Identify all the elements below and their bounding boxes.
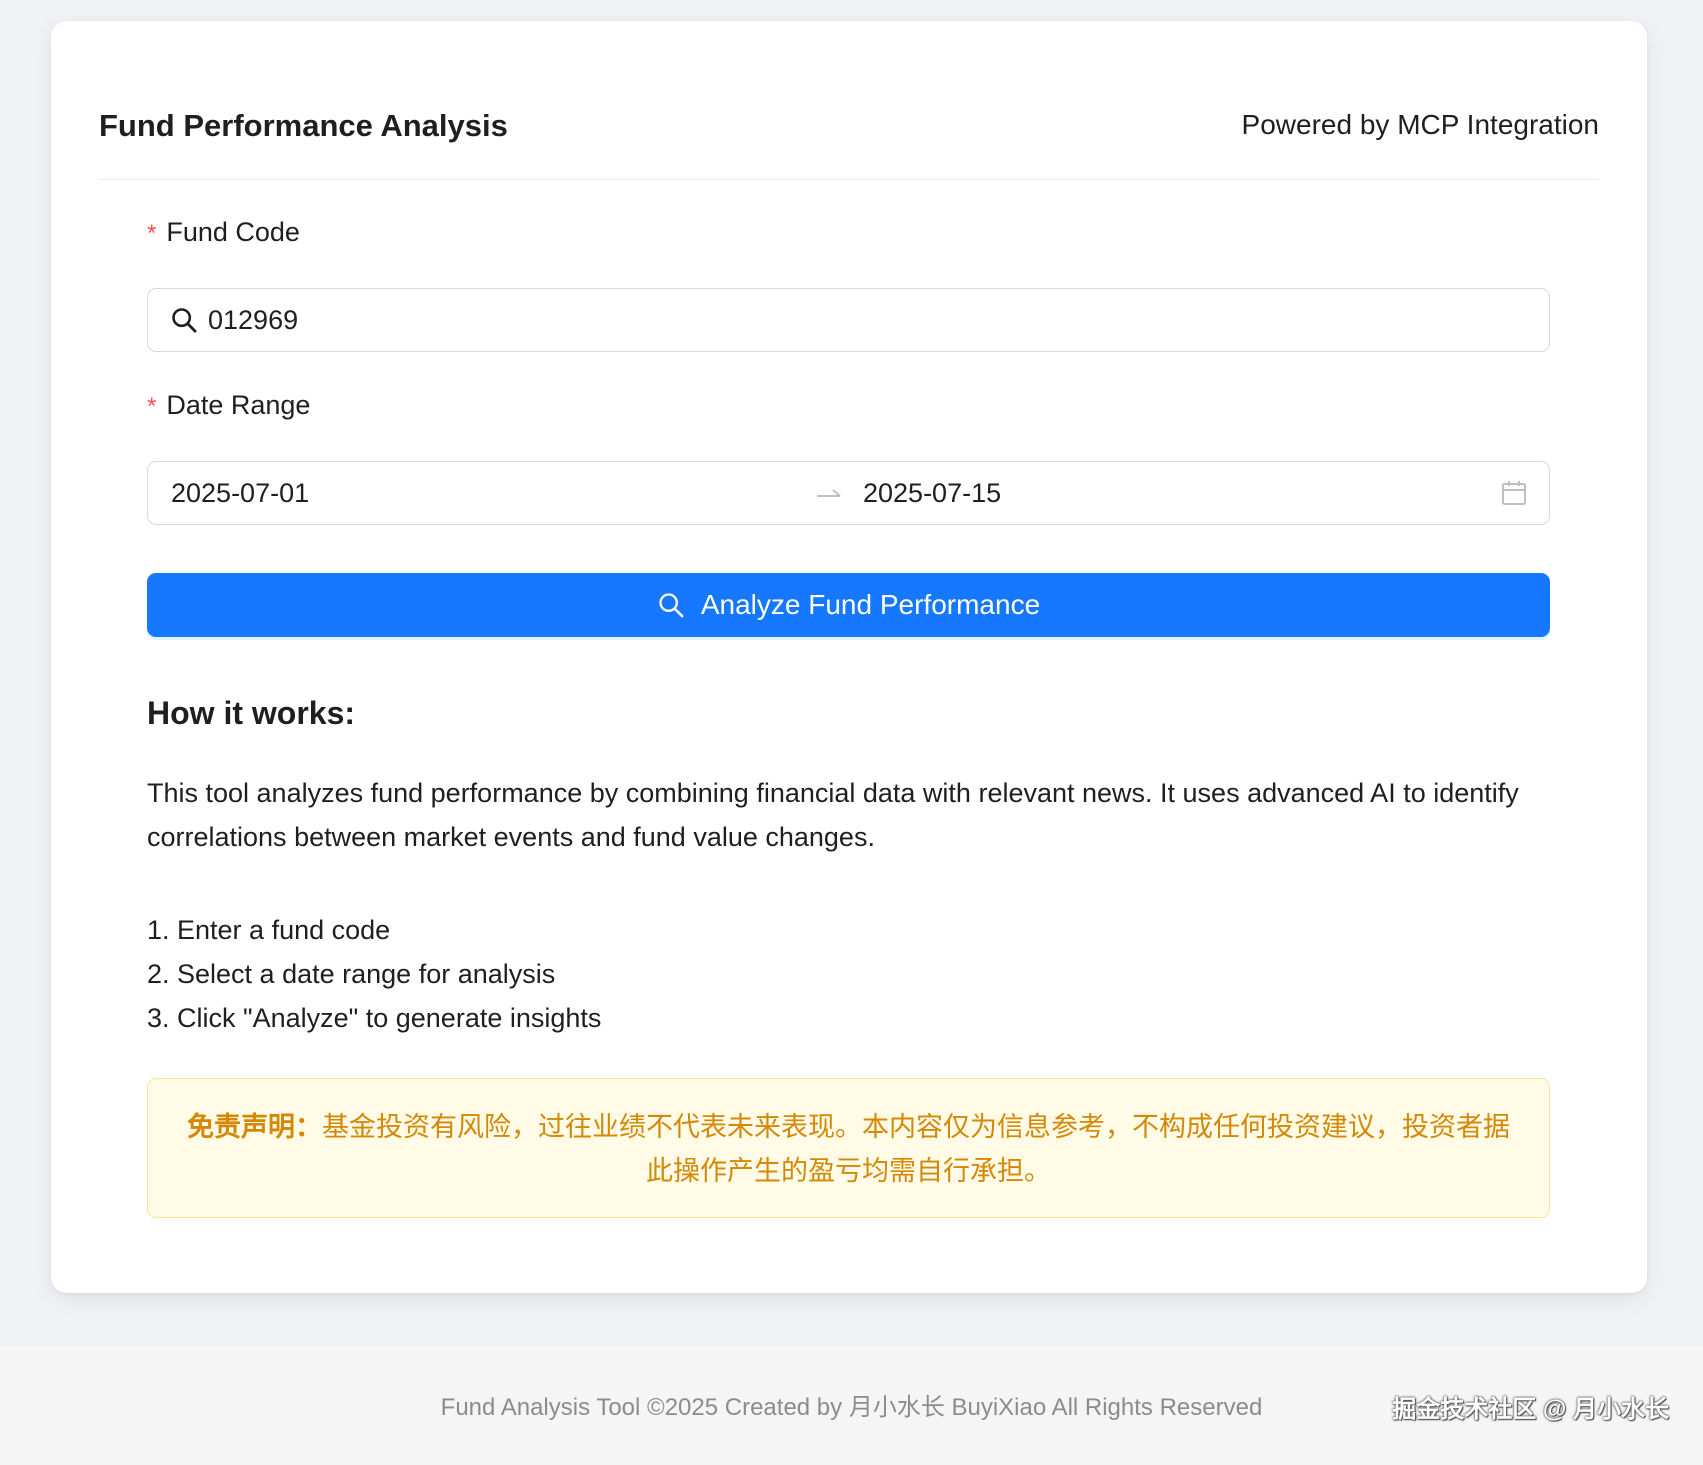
watermark: 掘金技术社区 @ 月小水长	[1392, 1396, 1669, 1423]
list-item: 2. Select a date range for analysis	[147, 959, 556, 989]
list-item: 3. Click "Analyze" to generate insights	[147, 1003, 602, 1033]
fund-code-field[interactable]	[147, 288, 1550, 352]
main-card: Fund Performance Analysis Powered by MCP…	[51, 21, 1647, 1293]
disclaimer-alert: 免责声明：基金投资有风险，过往业绩不代表未来表现。本内容仅为信息参考，不构成任何…	[147, 1078, 1550, 1218]
card-header	[99, 21, 1599, 180]
search-icon	[172, 308, 197, 333]
fund-code-input[interactable]	[208, 289, 1508, 351]
date-start-input[interactable]: 2025-07-01	[171, 462, 309, 524]
steps-list: 1. Enter a fund code 2. Select a date ra…	[147, 908, 601, 1040]
page-title: Fund Performance Analysis	[99, 108, 508, 143]
disclaimer-text: 免责声明：基金投资有风险，过往业绩不代表未来表现。本内容仅为信息参考，不构成任何…	[176, 1105, 1521, 1193]
required-mark: *	[147, 220, 157, 247]
analyze-button-label: Analyze Fund Performance	[700, 589, 1041, 620]
required-mark: *	[147, 393, 157, 420]
disclaimer-body: 基金投资有风险，过往业绩不代表未来表现。本内容仅为信息参考，不构成任何投资建议，…	[322, 1112, 1510, 1186]
date-end-input[interactable]: 2025-07-15	[863, 462, 1001, 524]
date-range-label: * Date Range	[147, 389, 310, 422]
how-it-works-heading: How it works:	[147, 695, 356, 731]
date-range-label-text: Date Range	[166, 390, 311, 420]
fund-code-label: * Fund Code	[147, 216, 300, 249]
date-range-picker[interactable]: 2025-07-01 2025-07-15	[147, 461, 1550, 525]
how-it-works-description: This tool analyzes fund performance by c…	[147, 778, 1519, 852]
powered-by-label: Powered by MCP Integration	[1241, 109, 1599, 140]
disclaimer-label: 免责声明：	[187, 1112, 322, 1142]
analyze-button[interactable]: Analyze Fund Performance	[147, 573, 1550, 637]
search-icon	[659, 593, 684, 618]
calendar-icon[interactable]	[1501, 480, 1527, 506]
list-item: 1. Enter a fund code	[147, 915, 391, 945]
arrow-right-icon	[817, 489, 841, 497]
fund-code-label-text: Fund Code	[166, 217, 300, 247]
footer: Fund Analysis Tool ©2025 Created by 月小水长…	[0, 1346, 1703, 1465]
